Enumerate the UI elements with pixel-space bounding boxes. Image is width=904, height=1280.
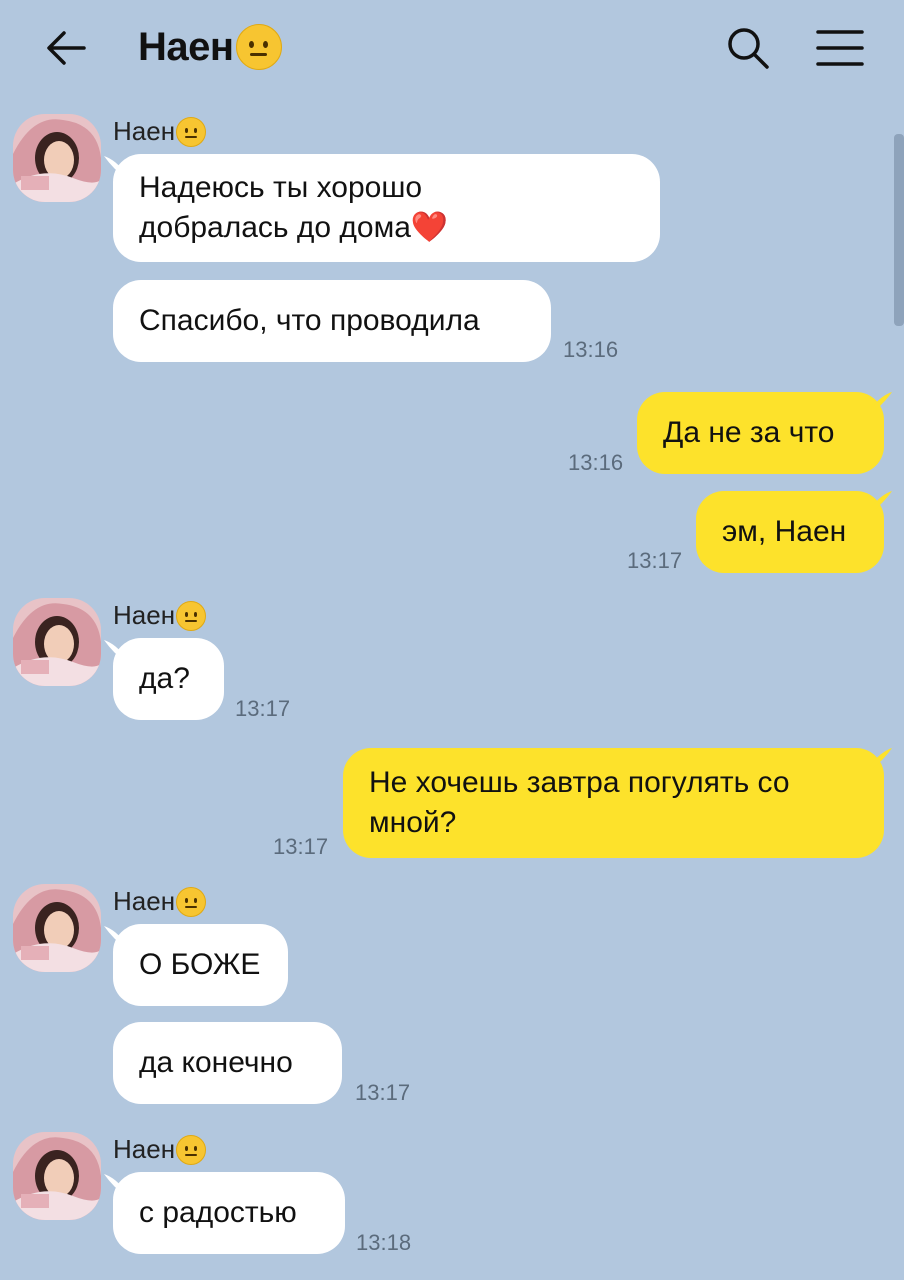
sender-name: Наен [113, 116, 207, 147]
avatar[interactable] [13, 114, 101, 202]
sender-name: Наен [113, 600, 207, 631]
menu-icon [816, 30, 864, 66]
message-bubble[interactable]: Надеюсь ты хорошо добралась до дома❤️ [113, 154, 660, 262]
message-text: Не хочешь завтра погулять со мной? [369, 766, 790, 839]
back-arrow-icon [47, 31, 86, 65]
neutral-face-emoji [176, 887, 207, 917]
message-text: Надеюсь ты хорошо добралась до дома❤️ [139, 171, 449, 244]
chat-title: Наен [138, 22, 282, 72]
avatar-image [13, 114, 101, 202]
avatar[interactable] [13, 598, 101, 686]
bubble-tail [870, 748, 892, 770]
message-text: с радостью [139, 1196, 297, 1229]
page-title: Наен [138, 24, 234, 69]
neutral-face-emoji [176, 1135, 207, 1165]
message-bubble[interactable]: да? [113, 638, 224, 720]
message-bubble[interactable]: Спасибо, что проводила [113, 280, 551, 362]
message-text: да? [139, 662, 190, 695]
avatar[interactable] [13, 884, 101, 972]
message-timestamp: 13:17 [273, 834, 329, 859]
search-icon [728, 28, 769, 69]
message-timestamp: 13:16 [568, 450, 624, 475]
bubble-tail [870, 392, 892, 414]
message-text: Спасибо, что проводила [139, 304, 480, 337]
message-timestamp: 13:17 [235, 696, 291, 721]
back-button[interactable] [44, 26, 88, 70]
chat-header: Наен [0, 0, 904, 96]
message-bubble[interactable]: да конечно [113, 1022, 342, 1104]
message-timestamp: 13:18 [356, 1230, 412, 1255]
message-bubble[interactable]: О БОЖЕ [113, 924, 288, 1006]
sender-name: Наен [113, 1134, 207, 1165]
neutral-face-emoji [176, 117, 207, 147]
message-bubble[interactable]: эм, Наен [696, 491, 884, 573]
message-timestamp: 13:16 [563, 337, 619, 362]
message-text: Да не за что [663, 416, 835, 449]
sender-name: Наен [113, 886, 207, 917]
scrollbar[interactable] [894, 134, 904, 326]
avatar-image [13, 598, 101, 686]
avatar[interactable] [13, 1132, 101, 1220]
message-timestamp: 13:17 [355, 1080, 411, 1105]
message-bubble[interactable]: Да не за что [637, 392, 884, 474]
message-text: эм, Наен [722, 515, 847, 548]
message-text: О БОЖЕ [139, 948, 261, 981]
search-button[interactable] [726, 26, 770, 70]
message-timestamp: 13:17 [627, 548, 683, 573]
message-bubble[interactable]: Не хочешь завтра погулять со мной? [343, 748, 884, 858]
neutral-face-emoji [176, 601, 207, 631]
avatar-image [13, 1132, 101, 1220]
avatar-image [13, 884, 101, 972]
neutral-face-emoji [235, 24, 282, 70]
bubble-tail [870, 491, 892, 513]
message-bubble[interactable]: с радостью [113, 1172, 345, 1254]
message-text: да конечно [139, 1046, 293, 1079]
menu-button[interactable] [816, 28, 864, 68]
